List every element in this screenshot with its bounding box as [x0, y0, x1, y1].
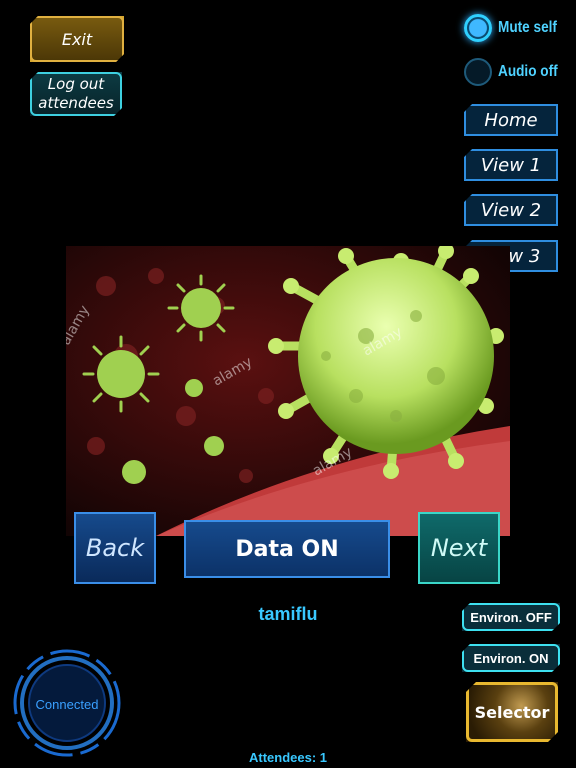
- home-label: Home: [484, 109, 538, 131]
- drug-name: tamiflu: [258, 604, 318, 624]
- selector-label: Selector: [474, 702, 550, 722]
- virus-illustration: alamy alamy alamy alamy: [66, 246, 510, 536]
- view-2-label: View 2: [480, 199, 542, 221]
- connection-ring-icon: Connected: [13, 649, 121, 757]
- logout-label-line2: attendees: [38, 94, 114, 112]
- mute-self-radio[interactable]: [464, 14, 492, 42]
- attendees-count: Attendees: 1: [248, 750, 328, 765]
- exit-label: Exit: [61, 29, 93, 49]
- environ-off-label: Environ. OFF: [470, 609, 552, 625]
- audio-off-radio[interactable]: [464, 58, 492, 86]
- next-button[interactable]: Next: [418, 512, 500, 584]
- log-out-attendees-button[interactable]: Log out attendees: [30, 72, 122, 116]
- environ-on-label: Environ. ON: [473, 650, 549, 666]
- back-button[interactable]: Back: [74, 512, 156, 584]
- environ-on-button[interactable]: Environ. ON: [462, 644, 560, 672]
- home-button[interactable]: Home: [464, 104, 558, 136]
- view-1-button[interactable]: View 1: [464, 149, 558, 181]
- audio-off-option[interactable]: Audio off: [464, 58, 568, 86]
- mute-self-option[interactable]: Mute self: [464, 14, 567, 42]
- view-1-label: View 1: [480, 154, 542, 176]
- selector-button[interactable]: Selector: [466, 682, 558, 742]
- environ-off-button[interactable]: Environ. OFF: [462, 603, 560, 631]
- virus-image: alamy alamy alamy alamy: [66, 246, 510, 536]
- audio-off-label: Audio off: [498, 63, 558, 80]
- exit-button[interactable]: Exit: [30, 16, 124, 62]
- data-toggle-button[interactable]: Data ON: [184, 520, 390, 578]
- logout-label-line1: Log out: [47, 75, 105, 93]
- mute-self-label: Mute self: [498, 19, 557, 36]
- connection-status: Connected: [36, 697, 99, 712]
- connection-indicator: Connected: [12, 648, 122, 758]
- view-2-button[interactable]: View 2: [464, 194, 558, 226]
